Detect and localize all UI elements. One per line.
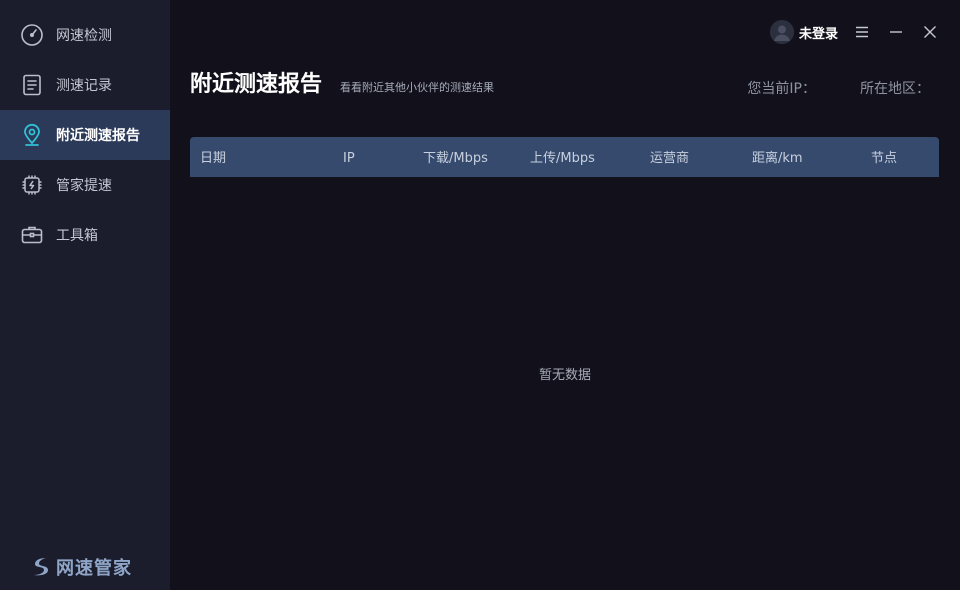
- user-icon: [769, 20, 794, 44]
- sidebar-nav: 网速检测 测速记录 附近测速报告 管家提速 工具箱: [0, 0, 170, 260]
- empty-state: 暂无数据: [538, 368, 591, 383]
- brand-logo: 网速管家: [30, 554, 132, 580]
- brand-s-icon: [34, 558, 48, 576]
- column-header-date: 日期: [200, 151, 227, 166]
- minimize-icon: [890, 31, 902, 33]
- location-pin-icon: [20, 123, 44, 147]
- column-header-ip: IP: [343, 151, 355, 166]
- sidebar-item-boost[interactable]: 管家提速: [0, 160, 170, 210]
- column-header-download: 下载/Mbps: [423, 151, 488, 166]
- login-link[interactable]: 未登录: [799, 23, 838, 42]
- sidebar-item-label: 网速检测: [56, 28, 112, 44]
- sidebar: 网速检测 测速记录 附近测速报告 管家提速 工具箱 网速管家: [0, 0, 170, 590]
- sidebar-item-label: 工具箱: [56, 228, 98, 244]
- column-header-isp: 运营商: [650, 151, 690, 166]
- sidebar-item-label: 测速记录: [56, 78, 112, 94]
- app-window: 网速检测 测速记录 附近测速报告 管家提速 工具箱 网速管家 未登录 附近测速报…: [0, 0, 960, 590]
- document-icon: [20, 73, 44, 97]
- sidebar-item-toolbox[interactable]: 工具箱: [0, 210, 170, 260]
- sidebar-item-nearby-report[interactable]: 附近测速报告: [0, 110, 170, 160]
- brand-name: 网速管家: [56, 558, 132, 579]
- main-panel: 未登录 附近测速报告 看看附近其他小伙伴的测速结果 您当前IP： 所在地区： 日…: [170, 0, 960, 590]
- hamburger-icon: [856, 26, 868, 38]
- column-header-upload: 上传/Mbps: [530, 151, 595, 166]
- column-header-distance: 距离/km: [752, 151, 803, 166]
- close-button[interactable]: [920, 22, 940, 42]
- sidebar-item-label: 附近测速报告: [56, 128, 140, 144]
- sidebar-item-records[interactable]: 测速记录: [0, 60, 170, 110]
- avatar[interactable]: [769, 20, 794, 44]
- toolbox-icon: [20, 223, 44, 247]
- speedometer-icon: [20, 23, 44, 47]
- column-header-node: 节点: [871, 151, 898, 166]
- region-label: 所在地区：: [860, 81, 930, 97]
- page-title: 附近测速报告: [190, 72, 323, 97]
- sidebar-item-speed-test[interactable]: 网速检测: [0, 10, 170, 60]
- titlebar: 未登录: [769, 18, 940, 46]
- current-ip-label: 您当前IP：: [747, 81, 816, 97]
- minimize-button[interactable]: [886, 22, 906, 42]
- menu-button[interactable]: [852, 22, 872, 42]
- page-subtitle: 看看附近其他小伙伴的测速结果: [340, 81, 495, 94]
- chip-icon: [20, 173, 44, 197]
- ip-info: 您当前IP： 所在地区：: [747, 78, 930, 98]
- table-header: 日期 IP 下载/Mbps 上传/Mbps 运营商 距离/km 节点: [190, 137, 939, 177]
- sidebar-item-label: 管家提速: [56, 178, 112, 194]
- close-icon: [924, 26, 936, 38]
